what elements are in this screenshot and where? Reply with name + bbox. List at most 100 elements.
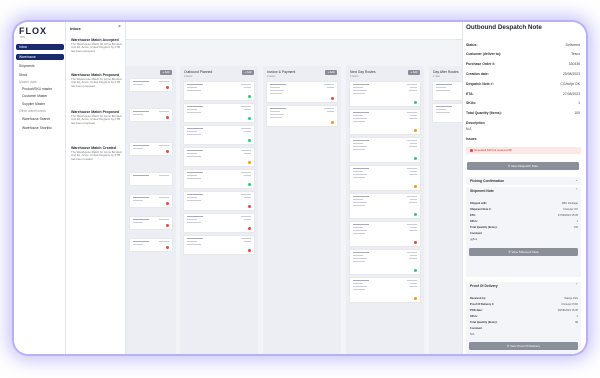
board-card[interactable] bbox=[266, 105, 338, 127]
chevron-up-icon: ⌃ bbox=[575, 188, 578, 192]
board-card[interactable] bbox=[183, 147, 255, 167]
board-card[interactable] bbox=[129, 172, 173, 186]
column-title: Invoice & Payment bbox=[267, 70, 296, 74]
field-customer: Customer (deliver to): Tesco bbox=[466, 52, 580, 56]
description-value: N/A bbox=[466, 127, 472, 131]
board-card[interactable] bbox=[129, 78, 173, 92]
field-purchase-order: Purchase Order #: 330436 bbox=[466, 62, 580, 66]
board-card[interactable] bbox=[349, 81, 421, 107]
column-title: Next Day Routes bbox=[350, 70, 376, 74]
add-card-button[interactable]: + Add bbox=[242, 70, 254, 75]
field-despatch-note: Despatch Note #: CG/outpr OK bbox=[466, 82, 580, 86]
alert-icon bbox=[470, 149, 473, 152]
add-card-button[interactable]: + Add bbox=[325, 70, 337, 75]
board-card[interactable] bbox=[432, 103, 462, 123]
board-card[interactable] bbox=[129, 142, 173, 156]
board-card[interactable] bbox=[349, 137, 421, 163]
panel-title: Outbound Despatch Note bbox=[466, 24, 542, 31]
inbox-title: Inbox bbox=[70, 26, 81, 31]
message-body: The Warehouse Match for Acme Bonded Unit… bbox=[71, 77, 122, 88]
proof-comment-value: N/A bbox=[470, 333, 475, 336]
proof-field: Total Quantity (Items): 98 bbox=[470, 321, 578, 324]
proof-comment-label: Comment bbox=[470, 327, 482, 330]
inbox-panel: Inbox × Warehouse Match Accepted The War… bbox=[66, 22, 126, 354]
proof-field: Proof Of Delivery #: CG/outpr POD bbox=[470, 303, 578, 306]
left-nav: FLOX 3PL Inbox Warehouse Shipments Stock… bbox=[14, 22, 66, 354]
board-card[interactable] bbox=[349, 221, 421, 247]
shipment-note-section: Shipment Note ⌃ Shipped with: DBC Package … bbox=[466, 187, 581, 277]
field-eta: ETA: 27/08/2023 bbox=[466, 92, 580, 96]
board-card[interactable] bbox=[432, 81, 462, 101]
nav-item-warehouse-search[interactable]: Warehouse Search bbox=[16, 117, 64, 121]
board-card[interactable] bbox=[183, 125, 255, 145]
issues-label: Issues bbox=[466, 137, 477, 141]
board-card[interactable] bbox=[349, 193, 421, 219]
board-card[interactable] bbox=[349, 109, 421, 135]
column-count: 3 items bbox=[184, 75, 193, 78]
message-body: The Warehouse Match for Acme Bonded Unit… bbox=[71, 150, 122, 161]
nav-item-warehouse-shortlist[interactable]: Warehouse Shortlist bbox=[16, 126, 64, 130]
nav-item-supplier-master[interactable]: Supplier Master bbox=[16, 102, 64, 106]
board-card[interactable] bbox=[183, 213, 255, 233]
field-creation-date: Creation date: 25/08/2023 bbox=[466, 72, 580, 76]
column-count: 5 items bbox=[350, 75, 359, 78]
despatch-note-panel: Outbound Despatch Note Status: Delivered … bbox=[462, 22, 586, 354]
view-proof-of-delivery-button[interactable]: ⚲ View Proof Of Delivery bbox=[469, 342, 578, 350]
field-status: Status: Delivered bbox=[466, 43, 580, 47]
chevron-up-icon: ⌃ bbox=[575, 283, 578, 287]
inbox-message[interactable]: Warehouse Match Proposed The Warehouse M… bbox=[71, 73, 123, 88]
shipment-field: Shipped with: DBC Package bbox=[470, 202, 578, 205]
board-card[interactable] bbox=[266, 81, 338, 103]
view-shipment-note-button[interactable]: ⚲ View Shipment Note bbox=[469, 248, 578, 256]
nav-item-shipments[interactable]: Shipments bbox=[16, 64, 64, 68]
nav-item-warehouse[interactable]: Warehouse bbox=[16, 54, 64, 60]
add-card-button[interactable]: + Add bbox=[408, 70, 420, 75]
shipment-field: ETA: 27/08/2023 15:05 bbox=[470, 214, 578, 217]
proof-field: POD date: 28/08/2023 15:05 bbox=[470, 309, 578, 312]
board-toolbar bbox=[126, 22, 462, 40]
column-title: Day After Routes bbox=[433, 70, 459, 74]
nav-group-master-data: Master data bbox=[19, 80, 37, 84]
column-title: Outbound Planned bbox=[184, 70, 213, 74]
board-card[interactable] bbox=[129, 238, 173, 252]
picking-confirmation-section[interactable]: Picking Confirmation ⌄ bbox=[466, 177, 581, 185]
board-column-invoice-payment: Invoice & Payment 2 items + Add bbox=[263, 66, 341, 354]
view-despatch-note-button[interactable]: ⚲ View Despatch Note bbox=[467, 162, 579, 170]
proof-field: Received by: Wasgo Pick bbox=[470, 297, 578, 300]
inbox-message[interactable]: Warehouse Match Proposed The Warehouse M… bbox=[71, 110, 123, 125]
board-card[interactable] bbox=[129, 194, 173, 208]
nav-item-product-master[interactable]: Product/SKU master bbox=[16, 87, 64, 91]
board-card[interactable] bbox=[183, 235, 255, 255]
board-card[interactable] bbox=[349, 165, 421, 191]
column-count: 1 item bbox=[433, 75, 441, 78]
close-icon[interactable]: × bbox=[118, 24, 121, 30]
nav-item-inbox[interactable]: Inbox bbox=[16, 44, 64, 50]
board-card[interactable] bbox=[129, 108, 173, 122]
shipment-field: Shipment Note #: CG/outpr OK bbox=[470, 208, 578, 211]
inbox-message[interactable]: Warehouse Match Created The Warehouse Ma… bbox=[71, 146, 123, 161]
board-column-outbound-planned: Outbound Planned 3 items + Add bbox=[180, 66, 258, 354]
app-window: FLOX 3PL Inbox Warehouse Shipments Stock… bbox=[14, 22, 586, 354]
chevron-down-icon: ⌄ bbox=[575, 178, 578, 182]
shipment-comment-label: Comment bbox=[470, 232, 482, 235]
field-skus: SKUs: 1 bbox=[466, 101, 580, 105]
message-body: The Warehouse Match for Acme Bonded Unit… bbox=[71, 114, 122, 125]
column-count: 2 items bbox=[267, 75, 276, 78]
board-card[interactable] bbox=[349, 249, 421, 275]
board-card[interactable] bbox=[129, 216, 173, 230]
nav-item-customer-master[interactable]: Customer Master bbox=[16, 94, 64, 98]
nav-group-other-warehouses: Other warehouses bbox=[19, 109, 46, 113]
message-body: The Warehouse Match for Acme Bonded Unit… bbox=[71, 42, 122, 53]
add-card-button[interactable]: + Add bbox=[160, 70, 172, 75]
board-card[interactable] bbox=[183, 191, 255, 211]
description-label: Description bbox=[466, 121, 485, 125]
issue-alert: Expected 100 but received 98 bbox=[466, 147, 581, 154]
board-card[interactable] bbox=[349, 277, 421, 303]
board-column: + Add bbox=[126, 66, 176, 354]
board-card[interactable] bbox=[183, 103, 255, 123]
board-card[interactable] bbox=[183, 81, 255, 101]
board-card[interactable] bbox=[183, 169, 255, 189]
inbox-message[interactable]: Warehouse Match Accepted The Warehouse M… bbox=[71, 38, 123, 53]
board-column-day-after-routes: Day After Routes 1 item bbox=[429, 66, 462, 354]
nav-item-stock[interactable]: Stock bbox=[16, 73, 64, 77]
